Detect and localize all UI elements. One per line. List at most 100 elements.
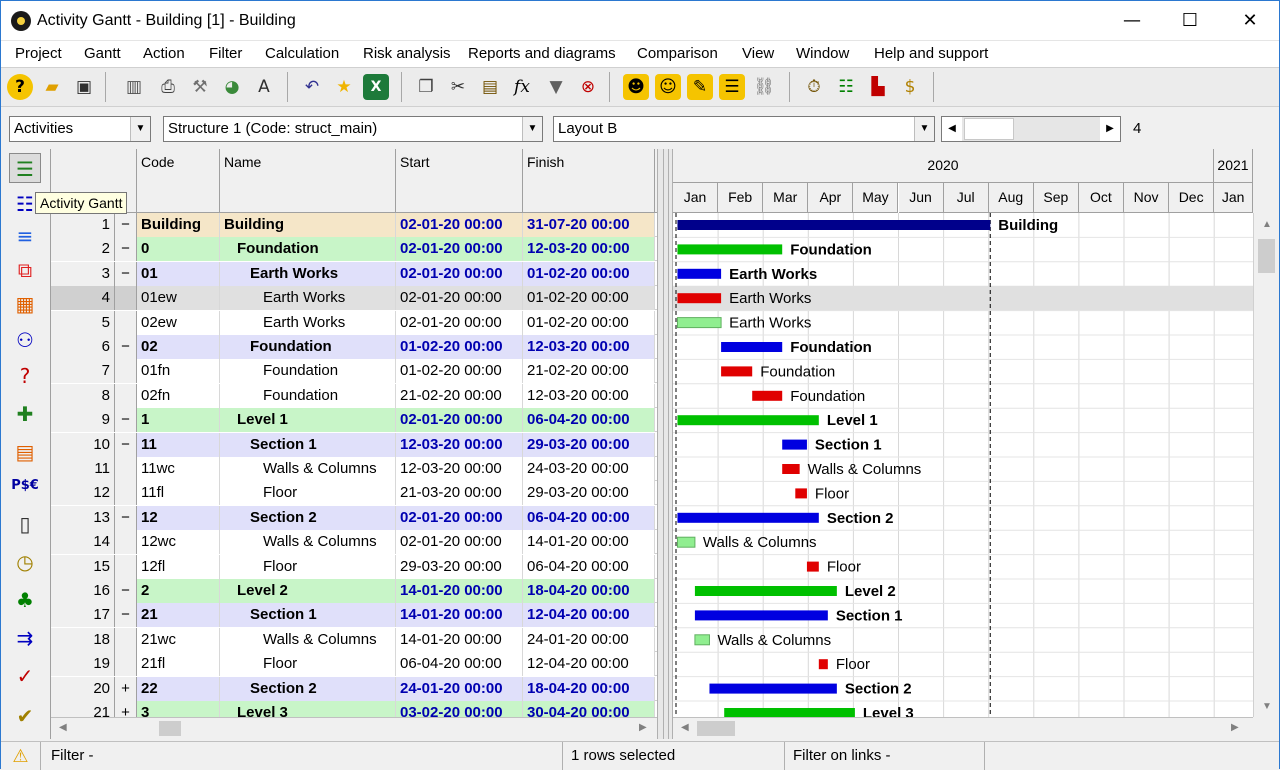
pane-splitter[interactable] (657, 149, 673, 739)
person-run-icon[interactable]: ☻ (623, 74, 649, 100)
view-select[interactable]: Activities ▼ (9, 116, 151, 142)
person-icon[interactable]: ☺ (655, 74, 681, 100)
bars-icon[interactable]: ≡ (9, 221, 41, 251)
menu-comparison[interactable]: Comparison (637, 45, 718, 62)
help-icon[interactable]: ? (7, 74, 33, 100)
gantt-horizontal-scrollbar[interactable]: ◀ ▶ (673, 717, 1253, 739)
expand-toggle[interactable]: − (115, 432, 137, 457)
menu-risk-analysis[interactable]: Risk analysis (363, 45, 451, 62)
chevron-right-icon[interactable]: ▶ (1231, 722, 1239, 733)
person-arrows-icon[interactable]: ⇉ (9, 623, 41, 653)
expand-toggle[interactable]: − (115, 505, 137, 530)
header-start[interactable]: Start (396, 149, 523, 213)
header-finish[interactable]: Finish (523, 149, 655, 213)
table-row[interactable]: 7 01fn Foundation 01-02-20 00:00 21-02-20 00… (51, 359, 657, 384)
links-icon[interactable]: ⧉ (9, 255, 41, 285)
cut-icon[interactable]: ✂ (445, 74, 471, 100)
checklist-icon[interactable]: ✓ (9, 661, 41, 691)
table-row[interactable]: 12 11fl Floor 21-03-20 00:00 29-03-20 00:00 (51, 481, 657, 506)
menu-view[interactable]: View (742, 45, 774, 62)
people-icon[interactable]: ⚇ (9, 325, 41, 355)
star-icon[interactable]: ★ (331, 74, 357, 100)
menu-gantt[interactable]: Gantt (84, 45, 121, 62)
scrollbar-thumb[interactable] (159, 721, 181, 736)
table-row[interactable]: 17−21 Section 1 14-01-20 00:00 12-04-20 00:… (51, 603, 657, 628)
menu-reports[interactable]: Reports and diagrams (468, 45, 616, 62)
table-row[interactable]: 18 21wc Walls & Columns 14-01-20 00:00 24-01… (51, 627, 657, 652)
chevron-up-icon[interactable]: ▲ (1262, 219, 1272, 230)
table-row[interactable]: 1− Building Building 02-01-20 00:00 31-07-20… (51, 213, 657, 237)
menu-window[interactable]: Window (796, 45, 849, 62)
close-button[interactable]: ✕ (1227, 1, 1273, 41)
font-icon[interactable]: A (251, 74, 277, 100)
menu-action[interactable]: Action (143, 45, 185, 62)
open-folder-icon[interactable]: ▰ (39, 74, 65, 100)
expand-toggle[interactable] (115, 530, 137, 555)
table-row[interactable]: 5 02ew Earth Works 02-01-20 00:00 01-02-20 0… (51, 310, 657, 335)
chevron-down-icon[interactable]: ▼ (1262, 701, 1272, 712)
maximize-button[interactable]: ☐ (1167, 1, 1213, 41)
expand-toggle[interactable] (115, 652, 137, 677)
table-row[interactable]: 20 +22 Section 2 24-01-20 00:00 18-04-20 00:… (51, 676, 657, 701)
chart-resource-icon[interactable]: ▙ (865, 74, 891, 100)
layout-select[interactable]: Layout B ▼ (553, 116, 935, 142)
chevron-down-icon[interactable]: ▼ (914, 117, 934, 141)
expand-toggle[interactable]: − (115, 603, 137, 628)
expand-toggle[interactable]: − (115, 408, 137, 433)
vertical-scrollbar[interactable]: ▲ ▼ (1253, 213, 1279, 717)
expand-toggle[interactable] (115, 457, 137, 481)
worker-add-icon[interactable]: ✚ (9, 399, 41, 429)
activity-gantt-icon[interactable]: ☰ (9, 153, 41, 183)
table-row[interactable]: 16−2 Level 2 14-01-20 00:00 18-04-20 00:00 (51, 579, 657, 603)
table-row[interactable]: 11 11wc Walls & Columns 12-03-20 00:00 24-03… (51, 457, 657, 481)
table-row[interactable]: 8 02fn Foundation 21-02-20 00:00 12-03-20 00… (51, 383, 657, 408)
menu-filter[interactable]: Filter (209, 45, 242, 62)
expand-toggle[interactable] (115, 627, 137, 652)
save-icon[interactable]: ▣ (71, 74, 97, 100)
minimize-button[interactable]: — (1109, 1, 1155, 41)
chevron-left-icon[interactable]: ◀ (59, 722, 67, 733)
table-row[interactable]: 14 12wc Walls & Columns 02-01-20 00:00 14-01… (51, 530, 657, 555)
chevron-down-icon[interactable]: ▼ (522, 117, 542, 141)
expand-toggle[interactable]: − (115, 579, 137, 603)
zoom-slider[interactable]: ◀ ▶ (941, 116, 1121, 142)
pse-icon[interactable]: P$€ (9, 471, 41, 501)
person-edit-icon[interactable]: ✎ (687, 74, 713, 100)
tools-icon[interactable]: ⚒ (187, 74, 213, 100)
scrollbar-thumb[interactable] (697, 721, 735, 736)
chevron-right-icon[interactable]: ▶ (1100, 117, 1120, 141)
function-icon[interactable]: fx (509, 74, 535, 100)
chevron-left-icon[interactable]: ◀ (942, 117, 962, 141)
money-icon[interactable]: $ (897, 74, 923, 100)
header-name[interactable]: Name (220, 149, 396, 213)
person-list-icon[interactable]: ☰ (719, 74, 745, 100)
expand-toggle[interactable]: − (115, 335, 137, 359)
table-row[interactable]: 9−1 Level 1 02-01-20 00:00 06-04-20 00:00 (51, 408, 657, 433)
warning-icon[interactable]: ⚠ (1, 742, 41, 770)
expand-toggle[interactable] (115, 286, 137, 311)
bricks-tool-icon[interactable]: ▤ (9, 437, 41, 467)
resources-icon[interactable]: ☷ (833, 74, 859, 100)
menu-calculation[interactable]: Calculation (265, 45, 339, 62)
expand-toggle[interactable] (115, 481, 137, 506)
expand-toggle[interactable] (115, 554, 137, 579)
expand-toggle[interactable] (115, 383, 137, 408)
menu-help[interactable]: Help and support (874, 45, 988, 62)
scrollbar-thumb[interactable] (1258, 239, 1275, 273)
undo-icon[interactable]: ↶ (299, 74, 325, 100)
table-row[interactable]: 15 12fl Floor 29-03-20 00:00 06-04-20 00:00 (51, 554, 657, 579)
tree-icon[interactable]: ♣ (9, 585, 41, 615)
structure-select[interactable]: Structure 1 (Code: struct_main) ▼ (163, 116, 543, 142)
expand-toggle[interactable] (115, 310, 137, 335)
app-icon[interactable] (11, 11, 31, 31)
table-horizontal-scrollbar[interactable]: ◀ ▶ (51, 717, 657, 739)
calendar-1-icon[interactable]: ▯ (9, 509, 41, 539)
checklist-clock-icon[interactable]: ✔ (9, 701, 41, 731)
header-code[interactable]: Code (137, 149, 220, 213)
copy-icon[interactable]: ❐ (413, 74, 439, 100)
table-row[interactable]: 10−11 Section 1 12-03-20 00:00 29-03-20 00:… (51, 432, 657, 457)
table-row[interactable]: 13−12 Section 2 02-01-20 00:00 06-04-20 00:… (51, 505, 657, 530)
zoom-slider-thumb[interactable] (964, 118, 1014, 140)
table-row[interactable]: 19 21fl Floor 06-04-20 00:00 12-04-20 00:00 (51, 652, 657, 677)
chevron-left-icon[interactable]: ◀ (681, 722, 689, 733)
